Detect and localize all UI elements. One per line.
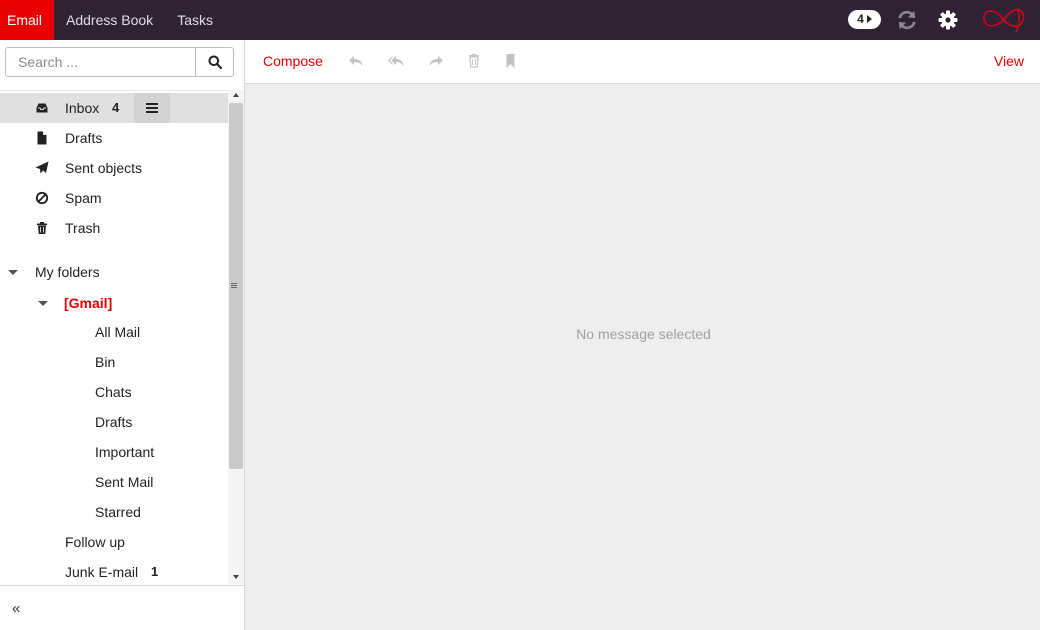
folder-bin[interactable]: Bin [0, 347, 228, 377]
scroll-up-icon[interactable] [233, 93, 239, 97]
folder-label: My folders [35, 264, 100, 280]
folder-scrollbar[interactable] [228, 90, 244, 584]
folder-spam[interactable]: Spam [0, 183, 228, 213]
ban-icon [35, 191, 49, 205]
folder-trash[interactable]: Trash [0, 213, 228, 243]
caret-down-icon[interactable] [8, 270, 18, 275]
tab-tasks[interactable]: Tasks [165, 0, 225, 40]
folder-label: Important [95, 444, 155, 460]
folder-label: Sent Mail [95, 474, 154, 490]
folder-important[interactable]: Important [0, 437, 228, 467]
folder-starred[interactable]: Starred [0, 497, 228, 527]
sidebar-footer: « [0, 585, 244, 630]
folder-label: Bin [95, 354, 116, 370]
bookmark-icon[interactable] [502, 53, 520, 69]
folder-sent[interactable]: Sent objects [0, 153, 228, 183]
folder-label: Sent objects [65, 160, 143, 176]
logo-icon [983, 8, 1025, 33]
file-icon [37, 131, 47, 145]
sidebar: Inbox 4 Drafts Sent objects [0, 40, 245, 630]
top-bar: Email Address Book Tasks 4 [0, 0, 1040, 40]
search-button[interactable] [195, 48, 233, 76]
folder-gmail-drafts[interactable]: Drafts [0, 407, 228, 437]
folder-label: All Mail [95, 324, 141, 340]
folder-inbox[interactable]: Inbox 4 [0, 93, 228, 123]
folder-junk[interactable]: Junk E-mail 1 [0, 557, 228, 584]
folder-gmail[interactable]: [Gmail] [0, 288, 228, 318]
paper-plane-icon [35, 161, 49, 174]
folder-chats[interactable]: Chats [0, 377, 228, 407]
caret-right-icon [866, 15, 872, 23]
folder-label: Spam [65, 190, 102, 206]
forward-icon[interactable] [427, 53, 445, 69]
compose-button[interactable]: Compose [263, 53, 323, 69]
top-nav: Email Address Book Tasks [0, 0, 225, 40]
folder-label: Drafts [95, 414, 133, 430]
empty-state-message: No message selected [576, 326, 711, 342]
folder-label: Trash [65, 220, 101, 236]
folder-follow-up[interactable]: Follow up [0, 527, 228, 557]
folder-label: Chats [95, 384, 132, 400]
trash-icon [37, 222, 47, 234]
folder-label: Starred [95, 504, 141, 520]
tab-email[interactable]: Email [0, 0, 55, 40]
tab-address-book[interactable]: Address Book [54, 0, 165, 40]
notification-count: 4 [857, 12, 864, 26]
view-button[interactable]: View [994, 53, 1024, 69]
reply-icon[interactable] [347, 53, 365, 69]
unread-count: 4 [112, 100, 120, 115]
folder-all-mail[interactable]: All Mail [0, 317, 228, 347]
search-icon [208, 55, 222, 69]
reply-all-icon[interactable] [387, 53, 405, 69]
collapse-sidebar-icon[interactable]: « [12, 601, 20, 617]
caret-down-icon[interactable] [38, 301, 48, 306]
folder-list: Inbox 4 Drafts Sent objects Spam Trash M… [0, 90, 228, 584]
folder-drafts[interactable]: Drafts [0, 123, 228, 153]
scroll-down-icon[interactable] [233, 575, 239, 579]
message-preview-pane: No message selected [245, 84, 1040, 630]
folder-label: Drafts [65, 130, 103, 146]
folder-group-my-folders[interactable]: My folders [0, 257, 228, 287]
folder-label: Inbox [65, 100, 100, 116]
gear-icon[interactable] [938, 10, 958, 30]
delete-icon[interactable] [465, 53, 483, 69]
refresh-icon[interactable] [896, 9, 918, 31]
inbox-icon [36, 103, 48, 113]
folder-label: Junk E-mail [65, 564, 139, 580]
message-toolbar: Compose View [245, 40, 1040, 84]
folder-label: Follow up [65, 534, 125, 550]
folder-label: [Gmail] [64, 295, 113, 311]
folder-sent-mail[interactable]: Sent Mail [0, 467, 228, 497]
unread-count: 1 [151, 564, 159, 579]
notification-badge[interactable]: 4 [848, 10, 881, 29]
search-input[interactable] [6, 48, 196, 76]
resize-handle-icon[interactable] [231, 280, 237, 292]
folder-menu-button[interactable] [134, 93, 170, 123]
search-box [5, 47, 234, 77]
